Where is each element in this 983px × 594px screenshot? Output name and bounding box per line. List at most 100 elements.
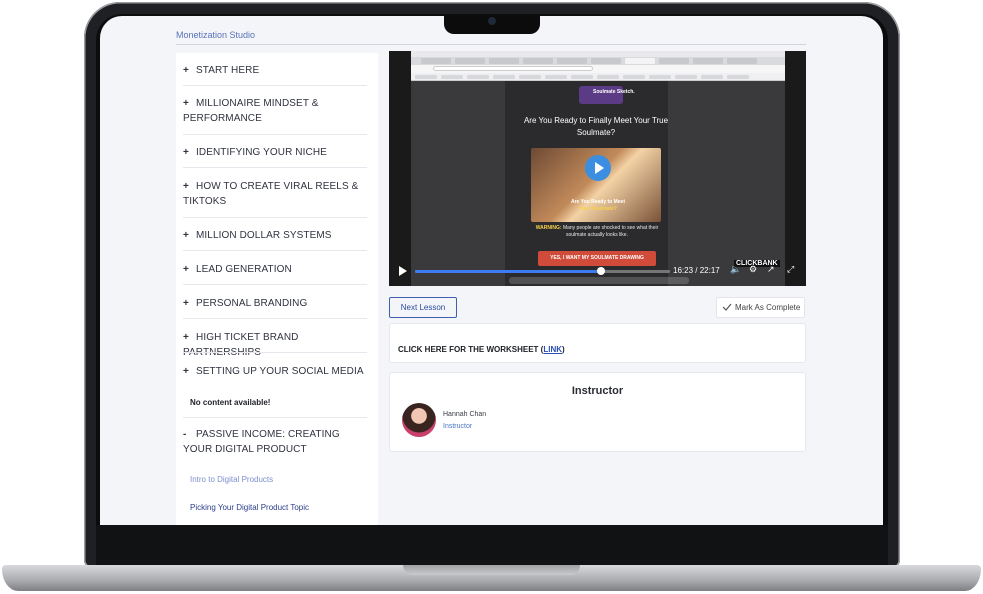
- settings-gear-icon[interactable]: ⚙: [749, 264, 757, 275]
- recorded-tab: [421, 58, 451, 64]
- lesson-link-intro-digital-products[interactable]: Intro to Digital Products: [190, 475, 273, 484]
- screen-chin: [96, 525, 888, 565]
- sidebar-item-lead-generation[interactable]: + LEAD GENERATION: [183, 262, 367, 277]
- header-divider: [176, 44, 806, 45]
- recorded-bookmark: [701, 75, 723, 79]
- divider: [183, 217, 367, 218]
- worksheet-text: CLICK HERE FOR THE WORKSHEET (LINK): [398, 345, 565, 354]
- caption-highlight: Your Soulmate?: [579, 206, 617, 212]
- recorded-dock: [509, 277, 689, 284]
- instructor-name: Hannah Chan: [443, 411, 487, 418]
- laptop-mockup: Monetization Studio + START HERE + MILLION…: [0, 0, 983, 594]
- brand-title[interactable]: Monetization Studio: [176, 30, 255, 40]
- worksheet-link[interactable]: LINK: [543, 345, 562, 354]
- recorded-tab: [523, 58, 553, 64]
- progress-fill: [415, 270, 602, 273]
- sidebar-item-label: START HERE: [196, 65, 260, 76]
- recorded-bookmark: [467, 75, 489, 79]
- recorded-bookmark: [571, 75, 593, 79]
- recorded-bookmark: [519, 75, 541, 79]
- recorded-bookmark: [623, 75, 645, 79]
- empty-content-note: No content available!: [190, 398, 271, 407]
- recorded-tab: [455, 58, 485, 64]
- time-separator: /: [695, 266, 698, 275]
- sidebar-item-millionaire-mindset[interactable]: + MILLIONAIRE MINDSET & PERFORMANCE: [183, 96, 367, 126]
- thumbnail-play-icon: [585, 155, 611, 181]
- caption-prefix: Are You Ready to Meet: [571, 199, 625, 205]
- offer-headline: Are You Ready to Finally Meet Your True …: [523, 116, 669, 137]
- divider: [183, 417, 367, 418]
- camera-icon: [488, 17, 496, 25]
- expand-icon: +: [183, 366, 189, 377]
- sidebar-item-label: MILLION DOLLAR SYSTEMS: [196, 230, 332, 241]
- divider: [183, 85, 367, 86]
- offer-logo-text: Soulmate Sketch.: [593, 89, 635, 95]
- sidebar-item-personal-branding[interactable]: + PERSONAL BRANDING: [183, 296, 367, 311]
- sidebar-item-label: HOW TO CREATE VIRAL REELS & TIKTOKS: [183, 181, 359, 207]
- sidebar-item-social-media[interactable]: + SETTING UP YOUR SOCIAL MEDIA: [183, 364, 367, 379]
- next-lesson-button[interactable]: Next Lesson: [389, 297, 457, 318]
- recorded-bookmarks-bar: [411, 73, 785, 81]
- pop-out-icon[interactable]: ↗: [767, 264, 775, 275]
- sidebar-item-brand-partnerships[interactable]: +HIGH TICKET BRAND PARTNERSHIPS: [183, 330, 367, 360]
- sidebar-item-million-dollar-systems[interactable]: + MILLION DOLLAR SYSTEMS: [183, 228, 367, 243]
- thumbnail-caption: Are You Ready to Meet Your Soulmate?: [553, 199, 643, 213]
- recorded-bookmark: [597, 75, 619, 79]
- recorded-bookmark: [727, 75, 749, 79]
- warning-text: Many people are shocked to see what thei…: [562, 225, 659, 238]
- current-time: 16:23: [673, 266, 694, 275]
- expand-icon: +: [183, 181, 189, 192]
- mark-complete-label: Mark As Complete: [735, 303, 801, 312]
- volume-icon[interactable]: 🔈: [730, 264, 741, 275]
- instructor-heading: Instructor: [571, 385, 624, 397]
- expand-icon: +: [183, 98, 189, 109]
- collapse-icon: -: [183, 429, 187, 440]
- recorded-bookmark: [493, 75, 515, 79]
- sidebar-item-label: SETTING UP YOUR SOCIAL MEDIA: [196, 366, 364, 377]
- sidebar-item-start-here[interactable]: + START HERE: [183, 63, 367, 78]
- recorded-url-bar: [433, 66, 593, 71]
- video-player[interactable]: Soulmate Sketch. Are You Ready to Finall…: [389, 51, 806, 286]
- recorded-tab: [625, 58, 655, 64]
- lesson-link-picking-topic[interactable]: Picking Your Digital Product Topic: [190, 503, 309, 512]
- instructor-avatar: [402, 403, 436, 437]
- worksheet-label: CLICK HERE FOR THE WORKSHEET: [398, 345, 539, 354]
- offer-warning: WARNING: Many people are shocked to see …: [529, 225, 665, 239]
- mark-complete-button[interactable]: Mark As Complete: [716, 297, 805, 318]
- expand-icon: +: [183, 147, 189, 158]
- sidebar-item-label: MILLIONAIRE MINDSET & PERFORMANCE: [183, 98, 319, 124]
- recorded-bookmark: [649, 75, 671, 79]
- divider: [183, 250, 367, 251]
- instructor-card: Instructor Hannah Chan Instructor: [389, 372, 806, 452]
- offer-cta-button: YES, I WANT MY SOULMATE DRAWING: [538, 251, 656, 266]
- expand-icon: +: [183, 264, 189, 275]
- recorded-bookmark: [675, 75, 697, 79]
- sidebar-item-passive-income[interactable]: - PASSIVE INCOME: CREATING YOUR DIGITAL P…: [183, 427, 367, 457]
- instructor-role: Instructor: [443, 423, 473, 430]
- recorded-browser-tabs: [411, 57, 785, 65]
- recorded-tab: [659, 58, 689, 64]
- sidebar-item-identifying-niche[interactable]: + IDENTIFYING YOUR NICHE: [183, 145, 367, 160]
- recorded-bookmark: [545, 75, 567, 79]
- expand-icon: +: [183, 332, 189, 343]
- duration: 22:17: [699, 266, 720, 275]
- play-icon[interactable]: [399, 266, 407, 276]
- time-readout: 16:23 / 22:17: [673, 266, 720, 275]
- recorded-tab: [557, 58, 587, 64]
- recorded-bookmark: [415, 75, 437, 79]
- divider: [183, 352, 367, 353]
- divider: [183, 284, 367, 285]
- recorded-tab: [591, 58, 621, 64]
- divider: [183, 318, 367, 319]
- expand-icon: +: [183, 230, 189, 241]
- screen: Monetization Studio + START HERE + MILLION…: [100, 16, 883, 525]
- course-sidebar: + START HERE + MILLIONAIRE MINDSET & PERFO…: [176, 53, 378, 525]
- sidebar-item-viral-reels[interactable]: + HOW TO CREATE VIRAL REELS & TIKTOKS: [183, 179, 367, 209]
- laptop-base-groove: [403, 565, 580, 575]
- fullscreen-icon[interactable]: ⤢: [787, 264, 794, 275]
- recorded-bookmark: [441, 75, 463, 79]
- divider: [183, 167, 367, 168]
- worksheet-card: CLICK HERE FOR THE WORKSHEET (LINK): [389, 323, 806, 363]
- recorded-tab: [727, 58, 757, 64]
- sidebar-item-label: IDENTIFYING YOUR NICHE: [196, 147, 327, 158]
